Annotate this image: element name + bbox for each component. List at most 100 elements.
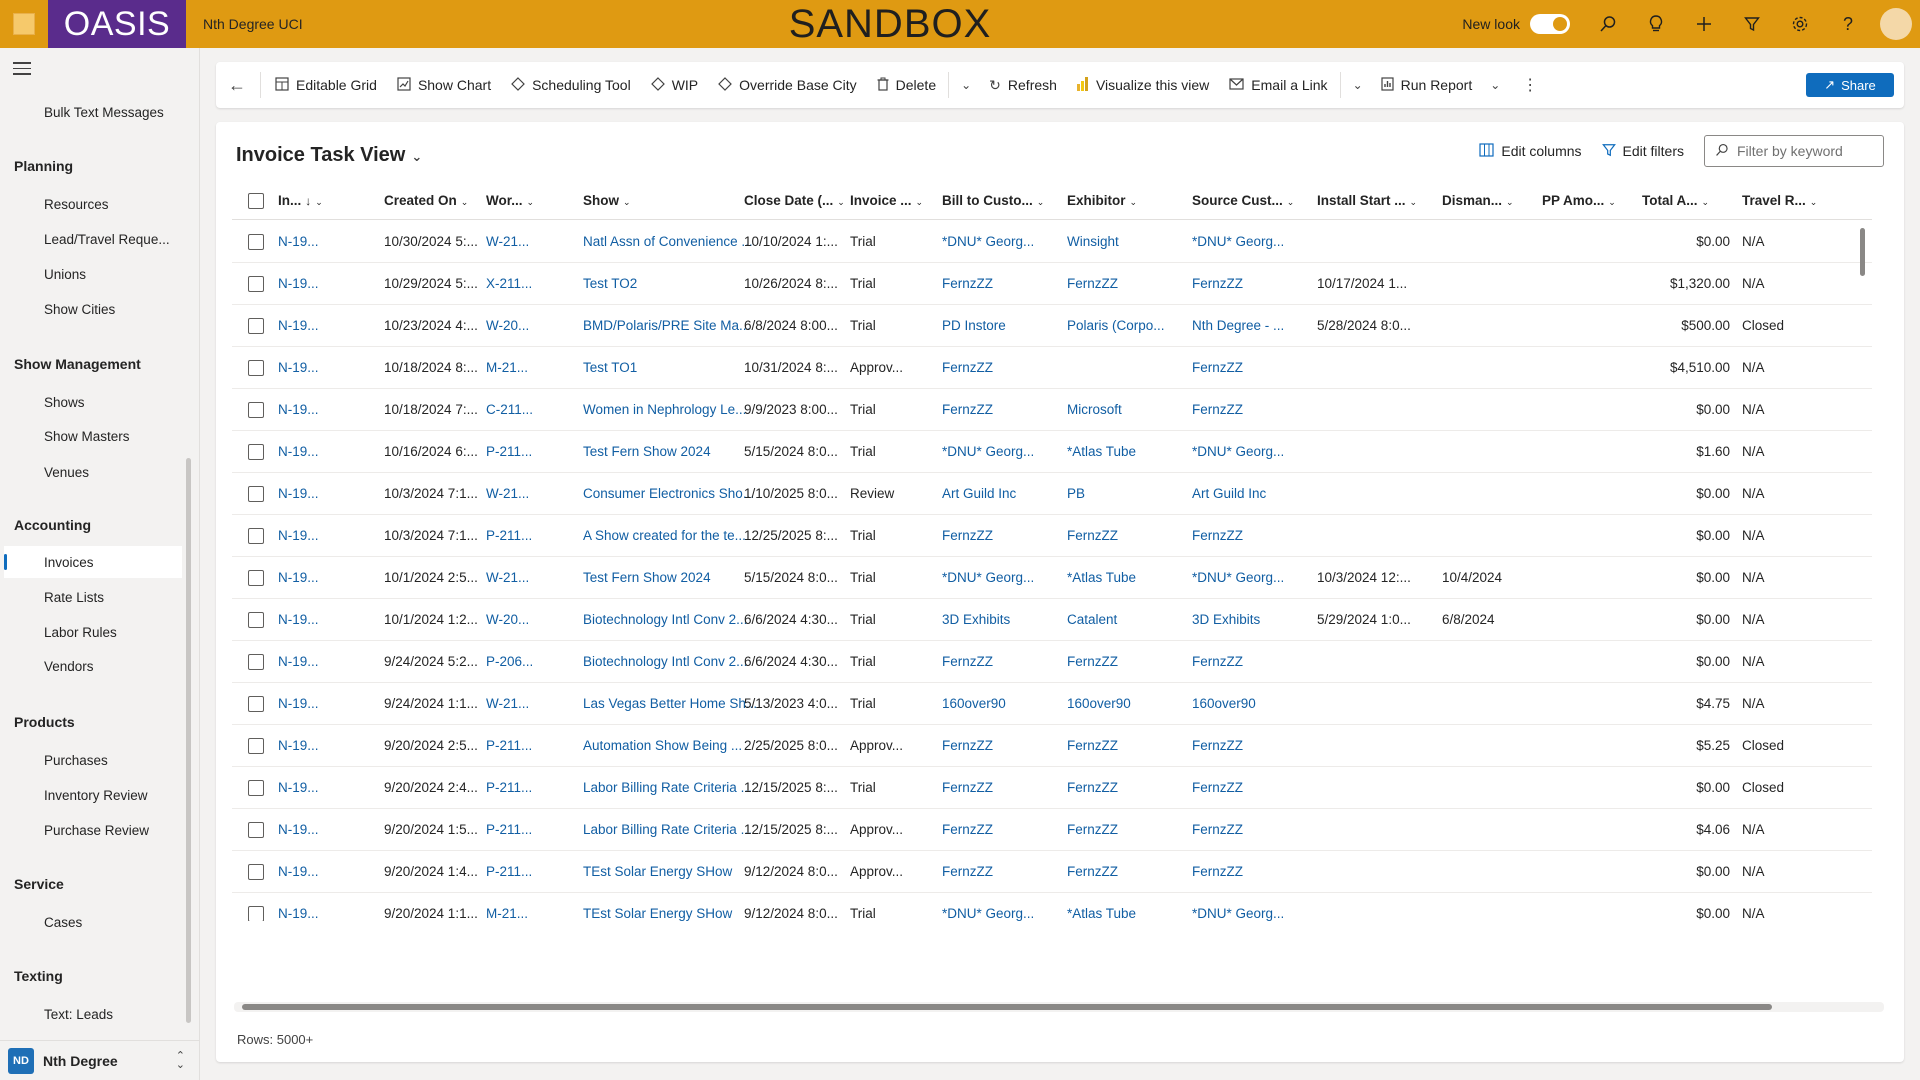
cell-invoice-number[interactable]: N-19... (278, 851, 333, 893)
help-icon[interactable]: ? (1824, 0, 1872, 48)
wip-button[interactable]: WIP (641, 62, 708, 108)
keyword-filter-input[interactable]: Filter by keyword (1704, 135, 1884, 167)
column-header-invoice-number[interactable]: In... ↓ ⌄ (278, 182, 323, 220)
row-checkbox[interactable] (248, 906, 264, 921)
cell-work-order[interactable]: P-211... (486, 851, 536, 893)
cell-show[interactable]: TEst Solar Energy SHow (583, 851, 758, 893)
cell-show[interactable]: Test Fern Show 2024 (583, 431, 758, 473)
table-row[interactable]: N-19... 9/20/2024 1:5... P-211... Labor Bil… (232, 809, 1872, 851)
row-checkbox[interactable] (248, 612, 264, 628)
cell-exhibitor[interactable]: FernzZZ (1067, 851, 1182, 893)
cell-bill-to-customer[interactable]: *DNU* Georg... (942, 557, 1052, 599)
hamburger-icon[interactable] (13, 62, 31, 76)
column-header-exhibitor[interactable]: Exhibitor ⌄ (1067, 182, 1137, 220)
cell-source-customer[interactable]: FernzZZ (1192, 347, 1307, 389)
sidebar-item-vendors[interactable]: Vendors (44, 659, 94, 674)
vertical-scrollbar[interactable] (1860, 228, 1865, 276)
table-row[interactable]: N-19... 10/3/2024 7:1... W-21... Consumer E… (232, 473, 1872, 515)
show-chart-button[interactable]: Show Chart (387, 62, 501, 108)
column-header-invoice-status[interactable]: Invoice ... ⌄ (850, 182, 923, 220)
cell-work-order[interactable]: W-20... (486, 305, 536, 347)
cell-work-order[interactable]: W-21... (486, 473, 536, 515)
cell-bill-to-customer[interactable]: *DNU* Georg... (942, 221, 1052, 263)
column-header-work-order[interactable]: Wor... ⌄ (486, 182, 534, 220)
cell-exhibitor[interactable]: 160over90 (1067, 683, 1182, 725)
plus-icon[interactable] (1680, 0, 1728, 48)
sidebar-item-unions[interactable]: Unions (44, 267, 86, 282)
cell-source-customer[interactable]: FernzZZ (1192, 515, 1307, 557)
sidebar-item-labor-rules[interactable]: Labor Rules (44, 625, 117, 640)
cell-invoice-number[interactable]: N-19... (278, 809, 333, 851)
row-checkbox[interactable] (248, 360, 264, 376)
cell-exhibitor[interactable]: *Atlas Tube (1067, 893, 1182, 921)
cell-invoice-number[interactable]: N-19... (278, 515, 333, 557)
sidebar-item-shows[interactable]: Shows (44, 395, 85, 410)
cell-source-customer[interactable]: Art Guild Inc (1192, 473, 1307, 515)
column-header-total-amount[interactable]: Total A... ⌄ (1642, 182, 1709, 220)
table-row[interactable]: N-19... 9/20/2024 1:1... M-21... TEst Solar… (232, 893, 1872, 921)
row-checkbox[interactable] (248, 402, 264, 418)
column-header-travel-request[interactable]: Travel R... ⌄ (1742, 182, 1817, 220)
cell-invoice-number[interactable]: N-19... (278, 221, 333, 263)
cell-show[interactable]: Test TO2 (583, 263, 758, 305)
table-row[interactable]: N-19... 10/3/2024 7:1... P-211... A Show cr… (232, 515, 1872, 557)
cell-work-order[interactable]: P-211... (486, 809, 536, 851)
column-header-created-on[interactable]: Created On ⌄ (384, 182, 468, 220)
cell-show[interactable]: BMD/Polaris/PRE Site Ma... (583, 305, 758, 347)
cell-source-customer[interactable]: *DNU* Georg... (1192, 221, 1307, 263)
table-row[interactable]: N-19... 9/24/2024 1:1... W-21... Las Vegas … (232, 683, 1872, 725)
cell-invoice-number[interactable]: N-19... (278, 347, 333, 389)
row-checkbox[interactable] (248, 864, 264, 880)
column-header-install-start[interactable]: Install Start ... ⌄ (1317, 182, 1417, 220)
row-checkbox[interactable] (248, 276, 264, 292)
cell-show[interactable]: Automation Show Being ... (583, 725, 758, 767)
table-row[interactable]: N-19... 10/18/2024 7:... C-211... Women in … (232, 389, 1872, 431)
cell-work-order[interactable]: M-21... (486, 347, 536, 389)
cell-source-customer[interactable]: *DNU* Georg... (1192, 431, 1307, 473)
cell-show[interactable]: Test TO1 (583, 347, 758, 389)
table-row[interactable]: N-19... 10/16/2024 6:... P-211... Test Fern… (232, 431, 1872, 473)
sidebar-item-rate-lists[interactable]: Rate Lists (44, 590, 104, 605)
cell-exhibitor[interactable]: *Atlas Tube (1067, 431, 1182, 473)
cell-exhibitor[interactable]: FernzZZ (1067, 767, 1182, 809)
row-checkbox[interactable] (248, 738, 264, 754)
cell-bill-to-customer[interactable]: FernzZZ (942, 347, 1052, 389)
cell-source-customer[interactable]: *DNU* Georg... (1192, 893, 1307, 921)
cell-source-customer[interactable]: 160over90 (1192, 683, 1307, 725)
refresh-button[interactable]: ↻ Refresh (979, 62, 1067, 108)
row-checkbox[interactable] (248, 486, 264, 502)
cell-bill-to-customer[interactable]: FernzZZ (942, 263, 1052, 305)
cell-exhibitor[interactable]: FernzZZ (1067, 725, 1182, 767)
cell-bill-to-customer[interactable]: FernzZZ (942, 725, 1052, 767)
lightbulb-icon[interactable] (1632, 0, 1680, 48)
cell-invoice-number[interactable]: N-19... (278, 641, 333, 683)
sidebar-item-inventory-review[interactable]: Inventory Review (44, 788, 148, 803)
cell-invoice-number[interactable]: N-19... (278, 599, 333, 641)
row-checkbox[interactable] (248, 570, 264, 586)
sidebar-item-show-cities[interactable]: Show Cities (44, 302, 115, 317)
scheduling-tool-button[interactable]: Scheduling Tool (501, 62, 641, 108)
cell-source-customer[interactable]: *DNU* Georg... (1192, 557, 1307, 599)
more-options-icon[interactable]: ⋮ (1508, 75, 1552, 95)
run-report-button[interactable]: Run Report (1371, 62, 1483, 108)
cell-invoice-number[interactable]: N-19... (278, 305, 333, 347)
row-checkbox[interactable] (248, 654, 264, 670)
cell-invoice-number[interactable]: N-19... (278, 725, 333, 767)
column-header-source-customer[interactable]: Source Cust... ⌄ (1192, 182, 1294, 220)
cell-source-customer[interactable]: Nth Degree - ... (1192, 305, 1307, 347)
cell-bill-to-customer[interactable]: FernzZZ (942, 641, 1052, 683)
cell-invoice-number[interactable]: N-19... (278, 263, 333, 305)
cell-source-customer[interactable]: FernzZZ (1192, 767, 1307, 809)
user-avatar[interactable] (1880, 8, 1912, 40)
area-switcher[interactable]: ND Nth Degree ⌃ ⌄ (0, 1040, 199, 1080)
cell-exhibitor[interactable]: Winsight (1067, 221, 1182, 263)
cell-work-order[interactable]: P-211... (486, 431, 536, 473)
row-checkbox[interactable] (248, 696, 264, 712)
email-link-button[interactable]: Email a Link (1219, 62, 1337, 108)
sidebar-item-lead-travel-requests[interactable]: Lead/Travel Reque... (44, 232, 170, 247)
row-checkbox[interactable] (248, 528, 264, 544)
back-arrow-icon[interactable]: ← (216, 75, 258, 96)
delete-button[interactable]: Delete (867, 62, 946, 108)
table-row[interactable]: N-19... 10/30/2024 5:... W-21... Natl Assn … (232, 221, 1872, 263)
row-checkbox[interactable] (248, 822, 264, 838)
